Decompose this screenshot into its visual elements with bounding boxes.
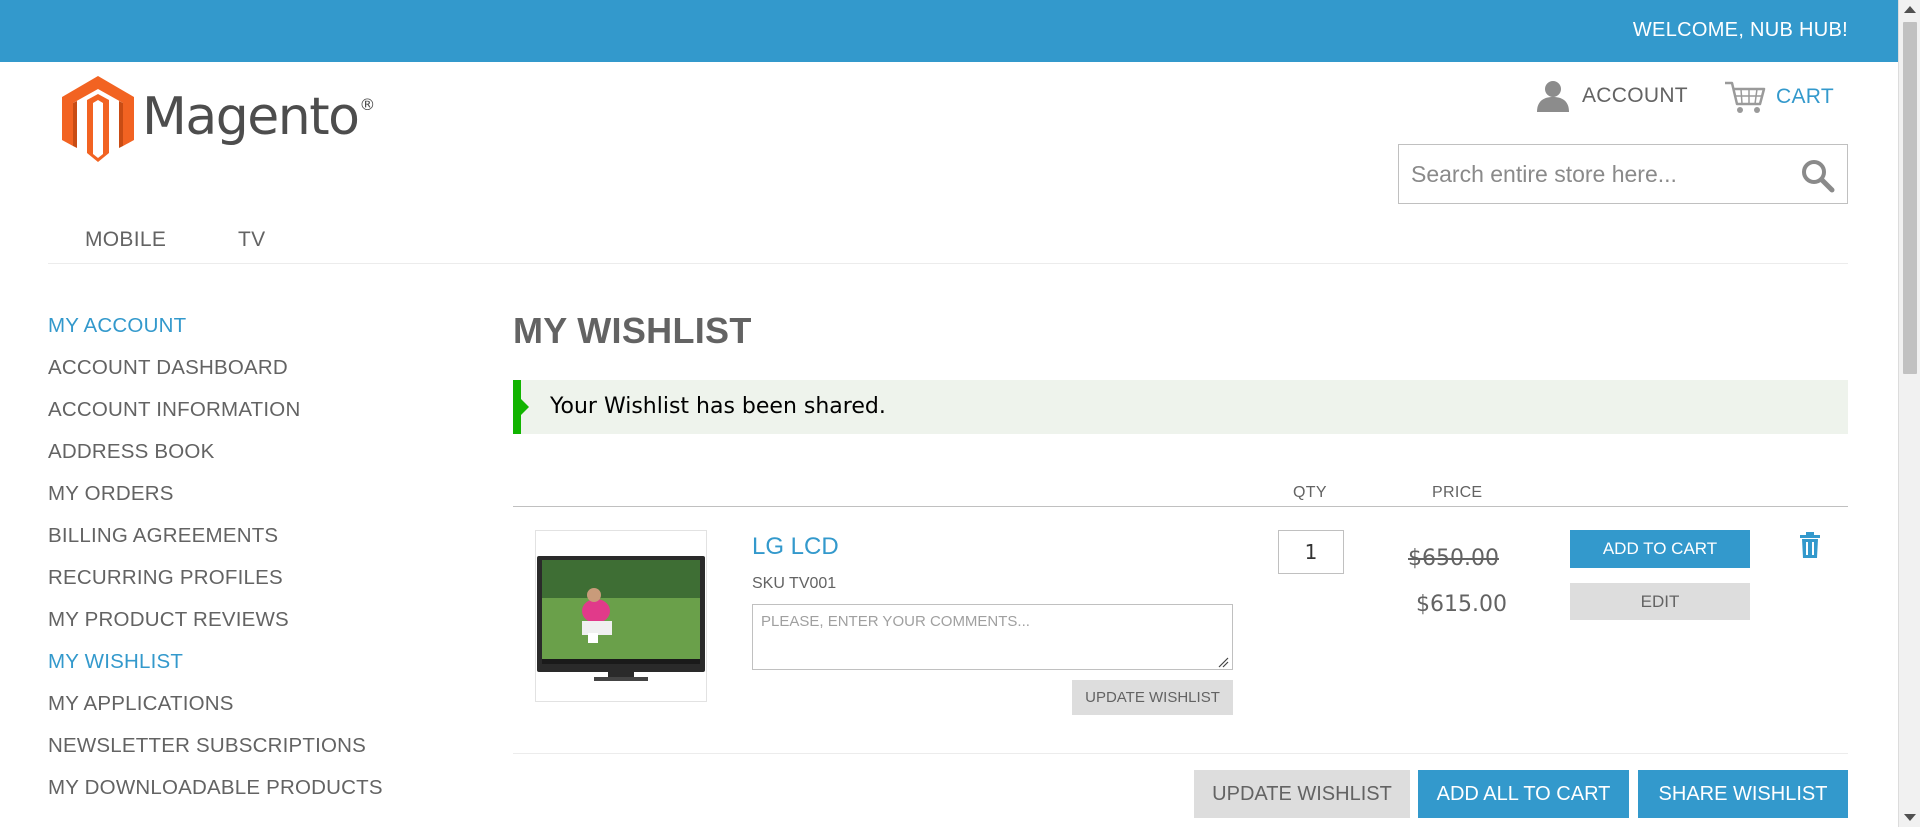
trash-icon[interactable] — [1799, 532, 1821, 558]
account-label: ACCOUNT — [1582, 84, 1688, 107]
share-wishlist-button[interactable]: SHARE WISHLIST — [1638, 770, 1848, 818]
edit-button[interactable]: EDIT — [1570, 583, 1750, 620]
product-image[interactable] — [535, 530, 707, 702]
sidebar-item-billing-agreements[interactable]: BILLING AGREEMENTS — [48, 524, 278, 548]
sidebar-item-recurring-profiles[interactable]: RECURRING PROFILES — [48, 566, 283, 590]
sidebar-item-my-applications[interactable]: MY APPLICATIONS — [48, 692, 234, 716]
welcome-bar: WELCOME, NUB HUB! — [0, 0, 1898, 62]
lcd-tv-image — [537, 556, 705, 681]
sidebar-item-account-dashboard[interactable]: ACCOUNT DASHBOARD — [48, 356, 288, 380]
table-row-divider — [513, 753, 1848, 754]
original-price: $650.00 — [1408, 546, 1499, 571]
sidebar-item-my-wishlist[interactable]: MY WISHLIST — [48, 650, 183, 674]
cart-icon — [1725, 81, 1766, 113]
scroll-down-arrow-icon[interactable] — [1904, 814, 1916, 821]
message-marker-icon — [520, 398, 529, 416]
logo-wordmark: Magento® — [142, 87, 375, 147]
cart-label: CART — [1776, 85, 1834, 108]
nav-item-tv[interactable]: TV — [238, 228, 265, 252]
update-item-button[interactable]: UPDATE WISHLIST — [1072, 680, 1233, 715]
product-sku: SKU TV001 — [752, 575, 837, 592]
page-title: MY WISHLIST — [513, 310, 752, 351]
sidebar-title: MY ACCOUNT — [48, 314, 187, 337]
sidebar-item-newsletter-subscriptions[interactable]: NEWSLETTER SUBSCRIPTIONS — [48, 734, 366, 758]
welcome-message: WELCOME, NUB HUB! — [1632, 19, 1848, 41]
sidebar-item-my-downloadable-products[interactable]: MY DOWNLOADABLE PRODUCTS — [48, 776, 383, 800]
special-price: $615.00 — [1416, 592, 1507, 617]
search-box — [1398, 144, 1848, 204]
scrollbar-thumb[interactable] — [1903, 22, 1917, 374]
nav-item-mobile[interactable]: MOBILE — [85, 228, 166, 252]
product-name-link[interactable]: LG LCD — [752, 533, 839, 561]
page-scrollbar[interactable] — [1898, 0, 1920, 827]
comment-textarea[interactable] — [752, 604, 1233, 670]
user-icon — [1537, 81, 1569, 112]
quantity-input[interactable] — [1278, 530, 1344, 574]
table-header-divider — [513, 506, 1848, 507]
sidebar-item-my-orders[interactable]: MY ORDERS — [48, 482, 174, 506]
success-message: Your Wishlist has been shared. — [513, 380, 1848, 434]
main-nav: MOBILE TV — [48, 216, 1848, 264]
success-message-text: Your Wishlist has been shared. — [550, 394, 886, 419]
sidebar-item-account-information[interactable]: ACCOUNT INFORMATION — [48, 398, 300, 422]
add-to-cart-button[interactable]: ADD TO CART — [1570, 530, 1750, 568]
sidebar-item-address-book[interactable]: ADDRESS BOOK — [48, 440, 214, 464]
magento-logo-icon — [62, 76, 134, 162]
add-all-to-cart-button[interactable]: ADD ALL TO CART — [1418, 770, 1629, 818]
update-wishlist-button[interactable]: UPDATE WISHLIST — [1194, 770, 1410, 818]
sidebar-item-my-product-reviews[interactable]: MY PRODUCT REVIEWS — [48, 608, 289, 632]
resize-grip-icon[interactable] — [1217, 656, 1229, 668]
store-logo[interactable]: Magento® — [62, 76, 375, 162]
scroll-up-arrow-icon[interactable] — [1904, 6, 1916, 13]
search-input[interactable] — [1411, 145, 1781, 203]
account-link[interactable]: ACCOUNT — [1536, 80, 1688, 112]
column-header-qty: QTY — [1293, 484, 1327, 501]
search-icon[interactable] — [1801, 159, 1835, 193]
column-header-price: PRICE — [1432, 484, 1483, 501]
cart-link[interactable]: CART — [1724, 80, 1834, 114]
